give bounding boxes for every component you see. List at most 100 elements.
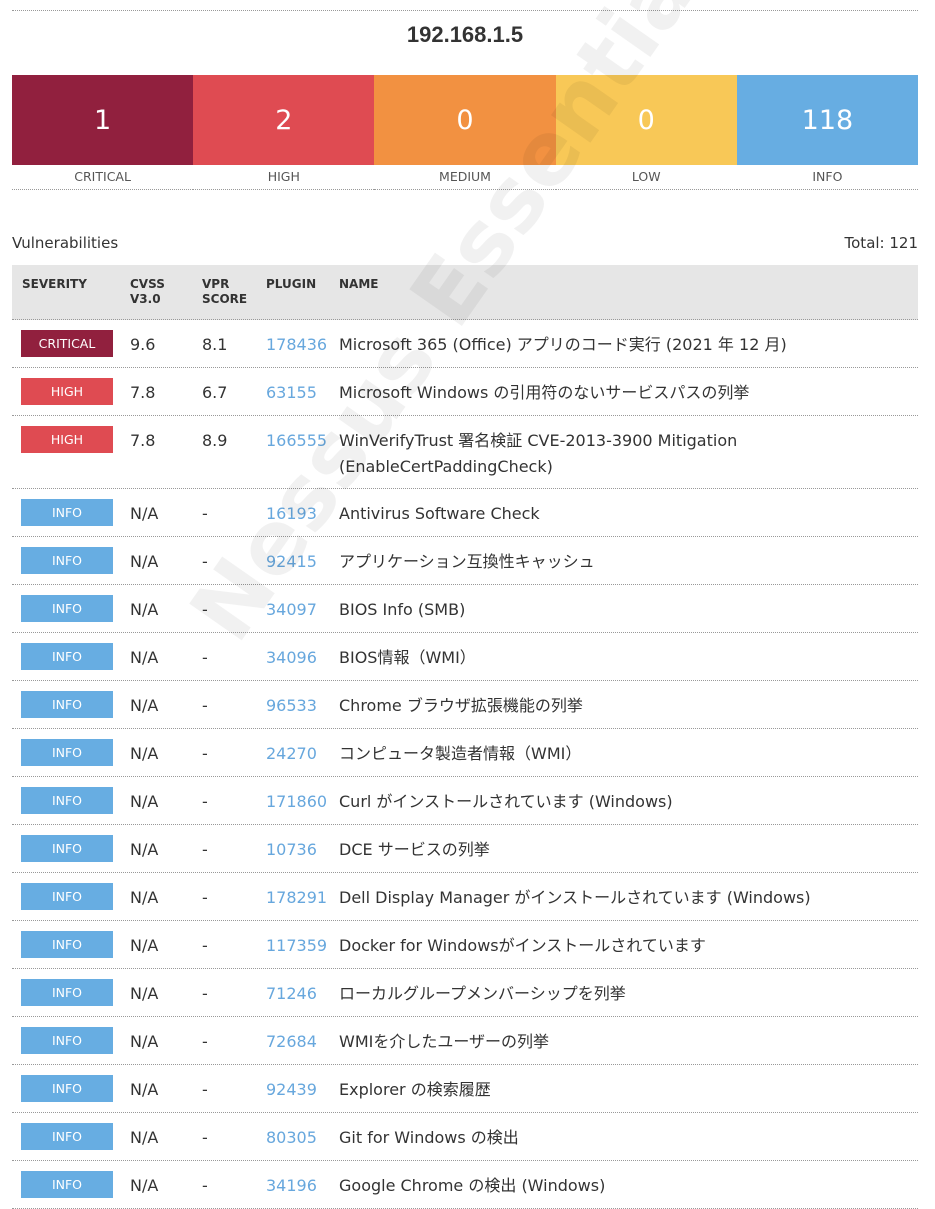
table-row: INFO N/A - 117359 Docker for Windowsがインストールさ… [12, 921, 918, 969]
plugin-link[interactable]: 34196 [266, 1174, 317, 1198]
column-plugin: PLUGIN [266, 277, 317, 291]
severity-badge: INFO [21, 883, 113, 910]
plugin-link[interactable]: 171860 [266, 790, 327, 814]
summary-low: 0 LOW [555, 75, 737, 190]
plugin-link[interactable]: 16193 [266, 502, 317, 526]
cvss-score: N/A [130, 936, 159, 955]
plugin-link[interactable]: 34096 [266, 646, 317, 670]
vulnerability-name: Docker for Windowsがインストールされています [339, 936, 706, 955]
table-row: INFO N/A - 72684 WMIを介したユーザーの列挙 [12, 1017, 918, 1065]
summary-medium-label: MEDIUM [374, 165, 556, 190]
plugin-link[interactable]: 63155 [266, 381, 317, 405]
severity-summary: 1 CRITICAL 2 HIGH 0 MEDIUM 0 LOW 118 INF… [12, 75, 919, 190]
severity-badge: INFO [21, 691, 113, 718]
vpr-score: - [202, 600, 208, 619]
cvss-score: N/A [130, 984, 159, 1003]
plugin-link[interactable]: 178291 [266, 886, 327, 910]
plugin-link[interactable]: 72684 [266, 1030, 317, 1054]
cvss-score: N/A [130, 1128, 159, 1147]
severity-badge: INFO [21, 739, 113, 766]
vulnerability-name: アプリケーション互換性キャッシュ [339, 552, 595, 571]
column-severity: SEVERITY [22, 277, 87, 291]
column-vpr-line1: VPR [202, 277, 230, 291]
severity-badge: INFO [21, 1123, 113, 1150]
cvss-score: N/A [130, 840, 159, 859]
cvss-score: N/A [130, 648, 159, 667]
summary-medium: 0 MEDIUM [374, 75, 556, 190]
summary-low-count: 0 [555, 75, 737, 165]
severity-badge: HIGH [21, 426, 113, 453]
cvss-score: N/A [130, 792, 159, 811]
severity-badge: INFO [21, 979, 113, 1006]
vpr-score: - [202, 792, 208, 811]
summary-critical: 1 CRITICAL [12, 75, 194, 190]
plugin-link[interactable]: 34097 [266, 598, 317, 622]
summary-info: 118 INFO [736, 75, 919, 190]
vulnerability-name: WinVerifyTrust 署名検証 CVE-2013-3900 Mitiga… [339, 431, 738, 476]
plugin-link[interactable]: 178436 [266, 333, 327, 357]
vpr-score: - [202, 936, 208, 955]
cvss-score: N/A [130, 744, 159, 763]
cvss-score: N/A [130, 552, 159, 571]
severity-badge: INFO [21, 1171, 113, 1198]
vulnerabilities-table: SEVERITY CVSS V3.0 VPR SCORE PLUGIN NAME… [12, 265, 918, 1209]
vulnerability-name: WMIを介したユーザーの列挙 [339, 1032, 550, 1051]
vulnerabilities-header: Vulnerabilities Total: 121 [12, 234, 918, 256]
vulnerability-name: BIOS Info (SMB) [339, 600, 466, 619]
cvss-score: N/A [130, 696, 159, 715]
severity-badge: INFO [21, 643, 113, 670]
table-row: INFO N/A - 16193 Antivirus Software Check [12, 489, 918, 537]
host-title: 192.168.1.5 [406, 22, 524, 47]
plugin-link[interactable]: 166555 [266, 429, 327, 453]
summary-high-label: HIGH [193, 165, 375, 190]
summary-high-count: 2 [193, 75, 375, 165]
table-row: INFO N/A - 92415 アプリケーション互換性キャッシュ [12, 537, 918, 585]
severity-badge: HIGH [21, 378, 113, 405]
vpr-score: 8.1 [202, 335, 228, 354]
vpr-score: - [202, 648, 208, 667]
column-cvss-line1: CVSS [130, 277, 165, 291]
table-row: INFO N/A - 34096 BIOS情報（WMI） [12, 633, 918, 681]
table-row: INFO N/A - 92439 Explorer の検索履歴 [12, 1065, 918, 1113]
cvss-score: 9.6 [130, 335, 156, 354]
severity-badge: INFO [21, 787, 113, 814]
summary-low-label: LOW [555, 165, 737, 190]
column-vpr-line2: SCORE [202, 292, 248, 306]
top-divider [12, 10, 918, 11]
plugin-link[interactable]: 96533 [266, 694, 317, 718]
table-body: CRITICAL 9.6 8.1 178436 Microsoft 365 (Offic… [12, 320, 918, 1209]
column-cvss: CVSS V3.0 [130, 277, 165, 307]
plugin-link[interactable]: 92415 [266, 550, 317, 574]
table-row: HIGH 7.8 6.7 63155 Microsoft Windows の引用符のない… [12, 368, 918, 416]
summary-info-count: 118 [736, 75, 919, 165]
vulnerability-name: Microsoft 365 (Office) アプリのコード実行 (2021 年… [339, 335, 787, 354]
vpr-score: - [202, 984, 208, 1003]
table-row: INFO N/A - 96533 Chrome ブラウザ拡張機能の列挙 [12, 681, 918, 729]
severity-badge: INFO [21, 547, 113, 574]
plugin-link[interactable]: 24270 [266, 742, 317, 766]
vpr-score: - [202, 552, 208, 571]
plugin-link[interactable]: 10736 [266, 838, 317, 862]
section-title: Vulnerabilities [12, 234, 119, 252]
severity-badge: INFO [21, 499, 113, 526]
vpr-score: - [202, 696, 208, 715]
severity-badge: INFO [21, 595, 113, 622]
vulnerability-name: Chrome ブラウザ拡張機能の列挙 [339, 696, 583, 715]
plugin-link[interactable]: 80305 [266, 1126, 317, 1150]
plugin-link[interactable]: 117359 [266, 934, 327, 958]
vulnerability-name: Dell Display Manager がインストールされています (Wind… [339, 888, 811, 907]
vulnerability-name: コンピュータ製造者情報（WMI） [339, 744, 582, 763]
summary-info-label: INFO [736, 165, 919, 190]
vulnerability-name: Microsoft Windows の引用符のないサービスパスの列挙 [339, 383, 750, 402]
vulnerability-name: BIOS情報（WMI） [339, 648, 476, 667]
vpr-score: - [202, 840, 208, 859]
table-row: INFO N/A - 80305 Git for Windows の検出 [12, 1113, 918, 1161]
plugin-link[interactable]: 92439 [266, 1078, 317, 1102]
cvss-score: N/A [130, 1080, 159, 1099]
plugin-link[interactable]: 71246 [266, 982, 317, 1006]
vpr-score: - [202, 1080, 208, 1099]
table-row: INFO N/A - 34097 BIOS Info (SMB) [12, 585, 918, 633]
summary-medium-count: 0 [374, 75, 556, 165]
vulnerability-name: Git for Windows の検出 [339, 1128, 519, 1147]
table-row: INFO N/A - 34196 Google Chrome の検出 (Windows) [12, 1161, 918, 1209]
